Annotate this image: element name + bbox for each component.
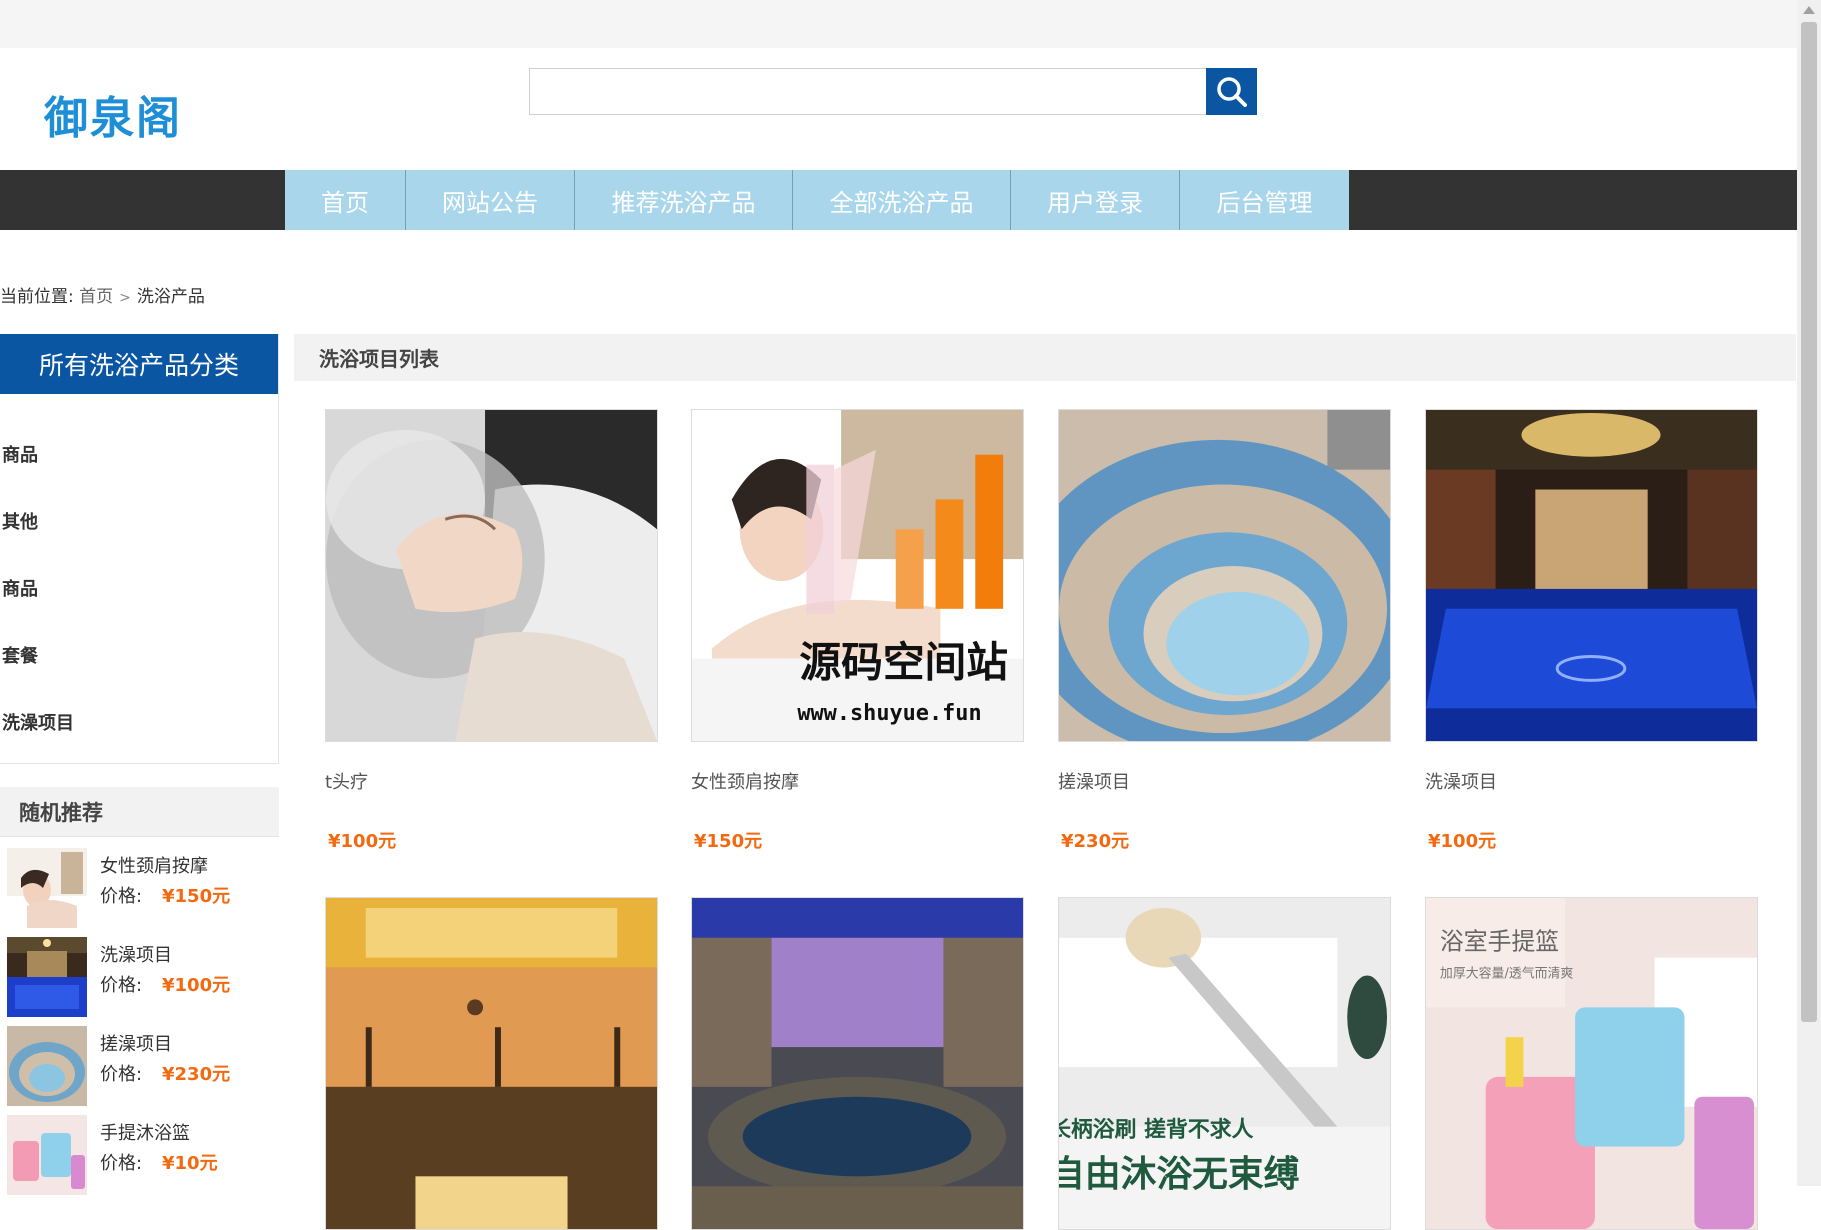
- category-item[interactable]: 商品: [0, 420, 278, 487]
- product-list-section: 洗浴项目列表 t头疗 ¥100元 源码空间站 www.shuyue.fun 女性…: [294, 334, 1796, 1230]
- category-item[interactable]: 商品: [0, 554, 278, 621]
- breadcrumb-current: 洗浴产品: [136, 287, 205, 307]
- recommend-thumb-tub[interactable]: [7, 1026, 87, 1106]
- category-panel: 所有洗浴产品分类 商品 其他 商品 套餐 洗澡项目: [0, 334, 279, 764]
- product-price: ¥100元: [1428, 831, 1497, 852]
- recommend-item-price: ¥230元: [162, 1064, 231, 1085]
- recommend-item[interactable]: 洗澡项目 价格: ¥100元: [7, 937, 279, 1017]
- recommend-item-price: ¥10元: [162, 1153, 218, 1174]
- product-price: ¥150元: [694, 831, 763, 852]
- recommend-item[interactable]: 搓澡项目 价格: ¥230元: [7, 1026, 279, 1106]
- product-price: ¥100元: [328, 831, 397, 852]
- product-image-tub[interactable]: [1058, 409, 1391, 742]
- recommend-item-name[interactable]: 搓澡项目: [100, 1030, 172, 1056]
- product-name[interactable]: 搓澡项目: [1058, 768, 1130, 794]
- recommend-thumb-basket[interactable]: [7, 1115, 87, 1195]
- recommend-item-price: ¥150元: [162, 886, 231, 907]
- search-icon: [1216, 76, 1247, 107]
- nav-user-login[interactable]: 用户登录: [1011, 170, 1180, 230]
- product-name[interactable]: 洗澡项目: [1425, 768, 1497, 794]
- recommend-item-name[interactable]: 女性颈肩按摩: [100, 852, 208, 878]
- nav-menu: 首页 网站公告 推荐洗浴产品 全部洗浴产品 用户登录 后台管理: [285, 170, 1349, 230]
- category-item[interactable]: 其他: [0, 487, 278, 554]
- watermark-url: www.shuyue.fun: [797, 701, 981, 726]
- search-bar: [529, 68, 1257, 115]
- breadcrumb-prefix: 当前位置:: [0, 287, 74, 307]
- nav-recommended-products[interactable]: 推荐洗浴产品: [575, 170, 793, 230]
- product-image-hot-spring-pool[interactable]: [691, 897, 1024, 1230]
- breadcrumb-home-link[interactable]: 首页: [79, 287, 113, 307]
- product-image-lounge-hall[interactable]: [325, 897, 658, 1230]
- category-item[interactable]: 洗澡项目: [0, 688, 278, 755]
- brush-caption-1: 长柄浴刷 搓背不求人: [1059, 1117, 1254, 1143]
- recommend-item[interactable]: 手提沐浴篮 价格: ¥10元: [7, 1115, 279, 1195]
- recommend-item[interactable]: 女性颈肩按摩 价格: ¥150元: [7, 848, 279, 928]
- product-list-title: 洗浴项目列表: [294, 334, 1796, 381]
- breadcrumb-chevron-icon: >: [119, 290, 131, 306]
- nav-announcement[interactable]: 网站公告: [406, 170, 575, 230]
- scroll-up-arrow-icon[interactable]: [1803, 6, 1815, 14]
- recommend-price-label: 价格:: [100, 886, 143, 907]
- search-button[interactable]: [1206, 68, 1257, 115]
- product-image-head-spa[interactable]: [325, 409, 658, 742]
- recommend-item-name[interactable]: 洗澡项目: [100, 941, 172, 967]
- product-image-bath-brush[interactable]: 长柄浴刷 搓背不求人 自由沐浴无束缚: [1058, 897, 1391, 1230]
- category-list: 商品 其他 商品 套餐 洗澡项目: [0, 420, 278, 755]
- product-price: ¥230元: [1061, 831, 1130, 852]
- category-panel-title: 所有洗浴产品分类: [0, 334, 278, 394]
- recommend-price-label: 价格:: [100, 1064, 143, 1085]
- recommend-thumb-pool[interactable]: [7, 937, 87, 1017]
- nav-all-products[interactable]: 全部洗浴产品: [793, 170, 1011, 230]
- nav-admin[interactable]: 后台管理: [1180, 170, 1349, 230]
- scrollbar-thumb[interactable]: [1801, 22, 1817, 1022]
- recommend-price-label: 价格:: [100, 975, 143, 996]
- site-logo[interactable]: 御泉阁: [44, 82, 182, 146]
- product-image-neck-massage[interactable]: 源码空间站 www.shuyue.fun: [691, 409, 1024, 742]
- recommend-thumb-massage[interactable]: [7, 848, 87, 928]
- product-image-bath-basket[interactable]: 浴室手提篮 加厚大容量/透气而清爽: [1425, 897, 1758, 1230]
- recommend-panel: 随机推荐 女性颈肩按摩 价格: ¥150元 洗澡项目 价格: ¥100元 搓澡项…: [0, 787, 279, 1195]
- page: 御泉阁 首页 网站公告 推荐洗浴产品 全部洗浴产品 用户登录 后台管理 当前位置…: [0, 0, 1797, 1230]
- search-input[interactable]: [529, 68, 1206, 115]
- recommend-item-price: ¥100元: [162, 975, 231, 996]
- nav-home[interactable]: 首页: [285, 170, 406, 230]
- product-name[interactable]: t头疗: [325, 768, 368, 794]
- breadcrumb: 当前位置: 首页 > 洗浴产品: [0, 282, 205, 307]
- product-name[interactable]: 女性颈肩按摩: [691, 768, 799, 794]
- recommend-price-label: 价格:: [100, 1153, 143, 1174]
- vertical-scrollbar[interactable]: [1797, 0, 1821, 1186]
- brush-caption-2: 自由沐浴无束缚: [1059, 1153, 1299, 1195]
- basket-caption-title: 浴室手提篮: [1440, 928, 1559, 956]
- main-navbar: 首页 网站公告 推荐洗浴产品 全部洗浴产品 用户登录 后台管理: [0, 170, 1797, 230]
- recommend-item-name[interactable]: 手提沐浴篮: [100, 1119, 190, 1145]
- basket-caption-sub: 加厚大容量/透气而清爽: [1440, 966, 1574, 982]
- product-image-indoor-pool[interactable]: [1425, 409, 1758, 742]
- recommend-panel-title: 随机推荐: [0, 787, 279, 837]
- watermark-title: 源码空间站: [799, 637, 1008, 686]
- category-item[interactable]: 套餐: [0, 621, 278, 688]
